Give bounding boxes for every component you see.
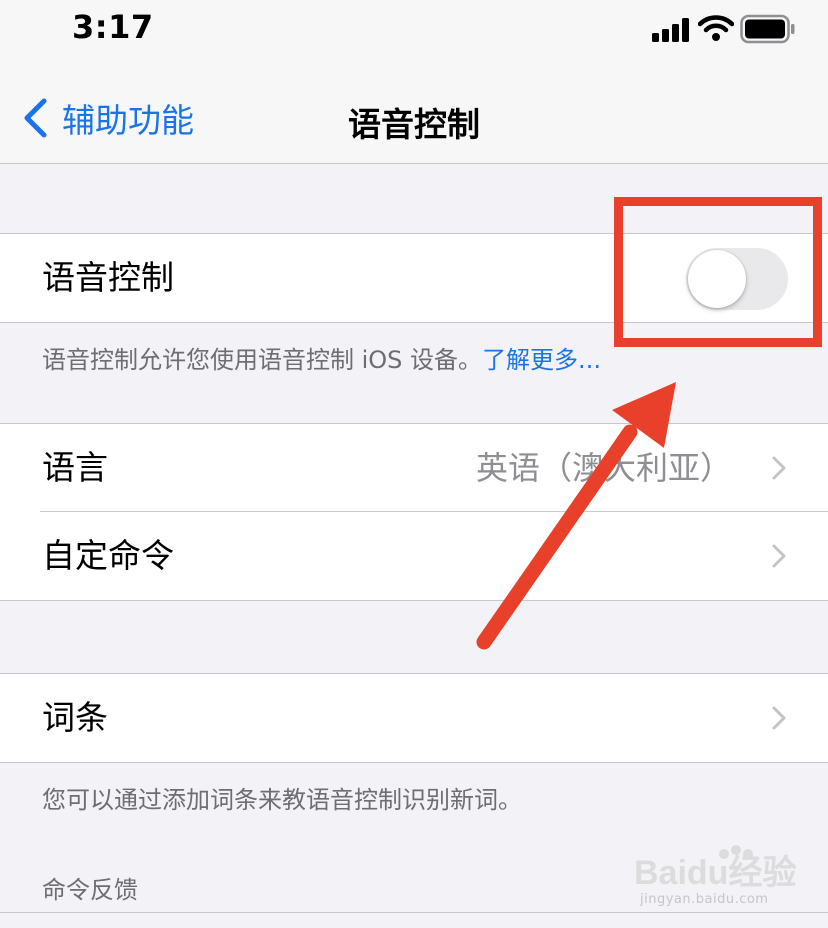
- command-feedback-header: 命令反馈: [42, 876, 138, 904]
- vocabulary-label: 词条: [42, 698, 108, 737]
- page-title: 语音控制: [348, 105, 480, 144]
- watermark-text: jingyan.baidu.com: [640, 892, 769, 907]
- navigation-bar: 辅助功能 语音控制: [0, 60, 828, 164]
- vocabulary-group: 词条: [0, 673, 828, 763]
- voice-control-footnote: 语音控制允许您使用语音控制 iOS 设备。了解更多...: [42, 340, 601, 375]
- chevron-right-icon: [772, 544, 786, 568]
- voice-control-description: 语音控制允许您使用语音控制 iOS 设备。: [42, 346, 483, 374]
- vocabulary-row[interactable]: 词条: [0, 674, 828, 762]
- battery-icon: [740, 14, 795, 44]
- annotation-highlight-box: [614, 197, 822, 347]
- language-value: 英语（澳大利亚）: [475, 449, 732, 487]
- learn-more-link[interactable]: 了解更多...: [482, 346, 601, 374]
- status-bar: 3:17: [0, 0, 828, 60]
- signal-icon: [652, 18, 689, 42]
- settings-row-language[interactable]: 语言 英语（澳大利亚）: [0, 424, 828, 512]
- wifi-icon: [698, 15, 734, 41]
- section-divider: [0, 912, 828, 913]
- vocabulary-footnote: 您可以通过添加词条来教语音控制识别新词。: [42, 786, 522, 814]
- chevron-right-icon: [772, 706, 786, 730]
- chevron-right-icon: [772, 456, 786, 480]
- settings-row-custom-commands[interactable]: 自定命令: [0, 512, 828, 600]
- watermark-logo-text: Baidu经验: [634, 853, 796, 892]
- voice-control-label: 语音控制: [42, 258, 174, 297]
- custom-commands-label: 自定命令: [42, 536, 174, 575]
- language-label: 语言: [42, 448, 108, 487]
- status-time: 3:17: [72, 8, 154, 46]
- settings-group: 语言 英语（澳大利亚） 自定命令: [0, 423, 828, 601]
